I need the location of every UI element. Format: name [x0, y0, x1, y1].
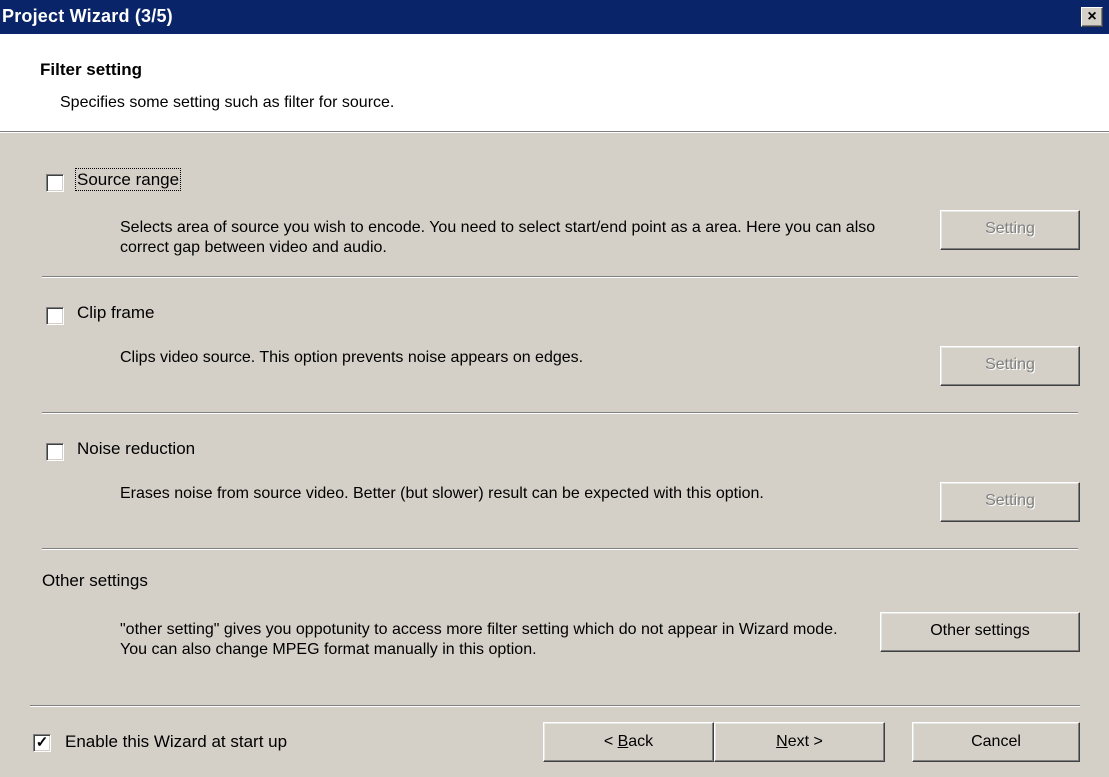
source-range-checkbox[interactable]	[46, 174, 64, 192]
header-divider	[0, 131, 1109, 133]
noise-reduction-description: Erases noise from source video. Better (…	[120, 485, 764, 502]
clip-frame-checkbox[interactable]	[46, 307, 64, 325]
window-title: Project Wizard (3/5)	[2, 6, 173, 26]
other-settings-description: "other setting" gives you oppotunity to …	[120, 621, 838, 658]
source-range-description: Selects area of source you wish to encod…	[120, 219, 876, 256]
noise-reduction-checkbox[interactable]	[46, 443, 64, 461]
other-settings-heading: Other settings	[42, 571, 148, 590]
divider	[42, 276, 1078, 278]
cancel-button[interactable]: Cancel	[912, 722, 1080, 762]
source-range-label[interactable]: Source range	[74, 168, 182, 191]
source-range-setting-button[interactable]: Setting	[940, 210, 1080, 250]
checkmark-icon: ✓	[35, 734, 49, 751]
close-button[interactable]: ×	[1081, 7, 1103, 27]
back-button[interactable]: < Back	[543, 722, 714, 762]
other-settings-button[interactable]: Other settings	[880, 612, 1080, 652]
divider	[42, 412, 1078, 414]
next-button[interactable]: Next >	[714, 722, 885, 762]
clip-frame-description: Clips video source. This option prevents…	[120, 349, 584, 366]
clip-frame-setting-button[interactable]: Setting	[940, 346, 1080, 386]
enable-wizard-checkbox[interactable]: ✓	[33, 734, 51, 752]
page-title: Filter setting	[40, 60, 143, 79]
noise-reduction-label[interactable]: Noise reduction	[77, 439, 195, 459]
divider	[42, 548, 1078, 550]
noise-reduction-setting-button[interactable]: Setting	[940, 482, 1080, 522]
wizard-header: Filter setting Specifies some setting su…	[0, 34, 1109, 131]
title-bar: Project Wizard (3/5) ×	[0, 0, 1109, 34]
clip-frame-label[interactable]: Clip frame	[77, 303, 154, 323]
footer-divider	[30, 705, 1080, 707]
close-icon: ×	[1087, 8, 1097, 25]
enable-wizard-label[interactable]: Enable this Wizard at start up	[65, 732, 287, 752]
page-description: Specifies some setting such as filter fo…	[60, 94, 395, 111]
